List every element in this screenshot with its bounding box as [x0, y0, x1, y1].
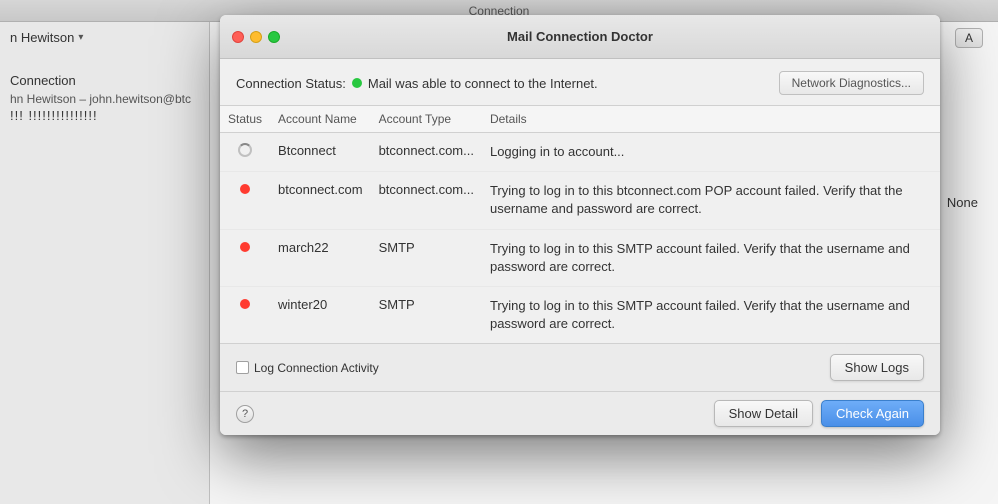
log-checkbox-wrapper: Log Connection Activity [236, 361, 379, 375]
spinning-icon [238, 143, 252, 157]
close-button[interactable] [232, 31, 244, 43]
row-account-type: btconnect.com... [371, 172, 482, 229]
sidebar-user-label: n Hewitson [10, 30, 74, 45]
accounts-table: Status Account Name Account Type Details… [220, 106, 940, 343]
mail-connection-doctor-dialog: Mail Connection Doctor Connection Status… [220, 15, 940, 435]
row-account-name: winter20 [270, 286, 371, 343]
a-button[interactable]: A [955, 28, 983, 48]
col-details-header: Details [482, 106, 940, 133]
sidebar-exclaim: !!! !!!!!!!!!!!!!!! [10, 108, 199, 123]
show-logs-area: Show Logs [830, 354, 924, 381]
row-status-cell [220, 133, 270, 172]
col-type-header: Account Type [371, 106, 482, 133]
action-buttons: Show Detail Check Again [714, 400, 924, 427]
maximize-button[interactable] [268, 31, 280, 43]
log-activity-bar: Log Connection Activity Show Logs [220, 343, 940, 391]
col-status-header: Status [220, 106, 270, 133]
status-message: Mail was able to connect to the Internet… [368, 76, 598, 91]
table-row: winter20SMTPTrying to log in to this SMT… [220, 286, 940, 343]
show-logs-button[interactable]: Show Logs [830, 354, 924, 381]
sidebar-account-name: hn Hewitson – john.hewitson@btc [10, 92, 199, 106]
row-details: Trying to log in to this btconnect.com P… [482, 172, 940, 229]
table-body: Btconnectbtconnect.com...Logging in to a… [220, 133, 940, 344]
row-status-cell [220, 229, 270, 286]
row-details: Trying to log in to this SMTP account fa… [482, 286, 940, 343]
accounts-table-wrapper: Status Account Name Account Type Details… [220, 106, 940, 343]
row-account-name: Btconnect [270, 133, 371, 172]
status-left: Connection Status: Mail was able to conn… [236, 76, 598, 91]
bg-sidebar: n Hewitson ▾ Connection hn Hewitson – jo… [0, 22, 210, 504]
sidebar-connection-label: Connection [10, 73, 199, 88]
col-account-header: Account Name [270, 106, 371, 133]
check-again-button[interactable]: Check Again [821, 400, 924, 427]
minimize-button[interactable] [250, 31, 262, 43]
show-detail-button[interactable]: Show Detail [714, 400, 813, 427]
dialog-title: Mail Connection Doctor [507, 29, 653, 44]
status-green-dot [352, 78, 362, 88]
dialog-titlebar: Mail Connection Doctor [220, 15, 940, 59]
error-dot-icon [240, 184, 250, 194]
log-connection-checkbox[interactable] [236, 361, 249, 374]
row-account-name: march22 [270, 229, 371, 286]
traffic-lights [232, 31, 280, 43]
table-row: btconnect.combtconnect.com...Trying to l… [220, 172, 940, 229]
row-account-type: SMTP [371, 286, 482, 343]
table-row: march22SMTPTrying to log in to this SMTP… [220, 229, 940, 286]
connection-status-label: Connection Status: [236, 76, 346, 91]
table-row: Btconnectbtconnect.com...Logging in to a… [220, 133, 940, 172]
row-details: Logging in to account... [482, 133, 940, 172]
error-dot-icon [240, 299, 250, 309]
error-dot-icon [240, 242, 250, 252]
sidebar-header: n Hewitson ▾ [0, 22, 209, 53]
row-account-type: btconnect.com... [371, 133, 482, 172]
status-bar: Connection Status: Mail was able to conn… [220, 59, 940, 106]
none-label: None [947, 195, 978, 210]
action-row: ? Show Detail Check Again [220, 391, 940, 435]
row-account-name: btconnect.com [270, 172, 371, 229]
row-details: Trying to log in to this SMTP account fa… [482, 229, 940, 286]
help-button[interactable]: ? [236, 405, 254, 423]
network-diagnostics-button[interactable]: Network Diagnostics... [779, 71, 924, 95]
chevron-down-icon: ▾ [78, 32, 83, 43]
row-account-type: SMTP [371, 229, 482, 286]
row-status-cell [220, 286, 270, 343]
row-status-cell [220, 172, 270, 229]
log-checkbox-label: Log Connection Activity [254, 361, 379, 375]
table-header: Status Account Name Account Type Details [220, 106, 940, 133]
dialog-body: Connection Status: Mail was able to conn… [220, 59, 940, 435]
